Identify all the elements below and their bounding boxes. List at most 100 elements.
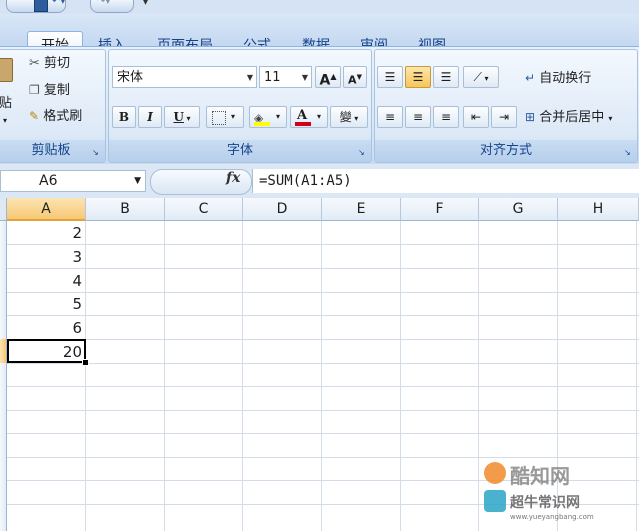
underline-button[interactable]: U ▾ (164, 106, 200, 128)
alignment-launcher-icon[interactable]: ↘ (624, 148, 633, 157)
font-name-value: 宋体 (117, 70, 144, 85)
wrap-text-icon: ↵ (525, 71, 536, 85)
insert-function-icon[interactable]: fx (226, 170, 240, 186)
decrease-indent-button[interactable]: ⇤ (463, 106, 489, 128)
fill-color-button[interactable]: ◈ ▾ (249, 106, 287, 128)
merge-center-icon: ⊞ (525, 110, 536, 124)
ribbon: 贴 ▾ ✂ 剪切 ❐ 复制 ✎ 格式刷 剪贴板 ↘ 宋体 ▼ 11 ▼ A▲ A… (0, 46, 639, 165)
paste-dropdown-icon[interactable]: ▾ (3, 116, 7, 125)
row-header[interactable] (0, 268, 7, 292)
row-header-selected[interactable] (0, 339, 7, 363)
shrink-font-button[interactable]: A▼ (343, 66, 367, 88)
font-launcher-icon[interactable]: ↘ (358, 148, 367, 157)
chevron-down-icon: ▼ (246, 73, 253, 82)
clipboard-group: 贴 ▾ ✂ 剪切 ❐ 复制 ✎ 格式刷 剪贴板 ↘ (0, 49, 106, 163)
align-bottom-button[interactable]: ☰ (433, 66, 459, 88)
text-orientation-icon: ⟋ (473, 70, 482, 84)
paste-icon (0, 58, 13, 82)
increase-indent-button[interactable]: ⇥ (491, 106, 517, 128)
font-name-combo[interactable]: 宋体 ▼ (112, 66, 257, 88)
row-header[interactable] (0, 244, 7, 268)
copy-button[interactable]: ❐ 复制 (29, 80, 70, 101)
watermark-brand1: 酷知网 (510, 464, 570, 488)
bold-button[interactable]: B (112, 106, 136, 128)
watermark: 酷知网 超牛常识网 www.yueyangbang.com (478, 458, 636, 528)
save-icon[interactable] (34, 0, 48, 12)
borders-button[interactable]: ▾ (206, 106, 244, 128)
row-header[interactable] (0, 315, 7, 339)
paste-label: 贴 (0, 96, 13, 111)
row-header[interactable] (0, 363, 7, 531)
ribbon-tab-strip: 开始 插入 页面布局 公式 数据 审阅 视图 (0, 14, 639, 61)
cut-button[interactable]: ✂ 剪切 (29, 54, 70, 74)
cell-a2[interactable]: 3 (8, 245, 85, 268)
wrap-text-button[interactable]: ↵ 自动换行 (525, 68, 591, 89)
font-color-button[interactable]: A ▾ (290, 106, 328, 128)
underline-icon: U (173, 110, 184, 124)
shrink-font-icon: A (348, 73, 357, 87)
column-header-c[interactable]: C (165, 198, 243, 221)
font-group-label: 字体 (109, 140, 371, 162)
align-left-button[interactable]: ≡ (377, 106, 403, 128)
gridline (7, 410, 639, 411)
row-header[interactable] (0, 292, 7, 315)
column-header-a[interactable]: A (7, 198, 86, 221)
active-cell-border (7, 339, 86, 363)
fill-handle[interactable] (82, 359, 89, 366)
merge-center-label: 合并后居中 (539, 110, 605, 125)
column-header-h[interactable]: H (558, 198, 639, 221)
gridline (7, 292, 639, 293)
watermark-logo-icon (484, 462, 506, 484)
alignment-group-label: 对齐方式 (375, 140, 637, 162)
align-center-icon: ≡ (412, 110, 424, 124)
column-header-f[interactable]: F (401, 198, 479, 221)
font-color-swatch (295, 122, 311, 126)
redo-button[interactable]: ↷▾ (90, 0, 134, 13)
formula-input[interactable]: =SUM(A1:A5) (252, 169, 639, 193)
cell-a4[interactable]: 5 (8, 292, 85, 315)
row-header[interactable] (0, 221, 7, 244)
column-header-g[interactable]: G (479, 198, 558, 221)
merge-center-button[interactable]: ⊞ 合并后居中 ▾ (525, 107, 612, 129)
align-middle-button[interactable]: ☰ (405, 66, 431, 88)
gridline (7, 268, 639, 269)
borders-icon (212, 111, 226, 125)
font-size-combo[interactable]: 11 ▼ (259, 66, 312, 88)
align-center-button[interactable]: ≡ (405, 106, 431, 128)
gridline (7, 244, 639, 245)
phonetic-button[interactable]: 變 ▾ (330, 106, 368, 128)
align-left-icon: ≡ (384, 110, 396, 124)
cell-a5[interactable]: 6 (8, 316, 85, 339)
paste-button[interactable]: 贴 ▾ (0, 56, 19, 126)
column-header-b[interactable]: B (86, 198, 165, 221)
cell-a3[interactable]: 4 (8, 269, 85, 292)
name-box[interactable]: A6 ▼ (0, 170, 146, 192)
align-right-icon: ≡ (440, 110, 452, 124)
align-top-icon: ☰ (384, 70, 396, 84)
clipboard-launcher-icon[interactable]: ↘ (92, 148, 101, 157)
italic-button[interactable]: I (138, 106, 162, 128)
chevron-down-icon: ▼ (301, 73, 308, 82)
format-painter-icon: ✎ (29, 109, 40, 123)
align-middle-icon: ☰ (412, 70, 424, 84)
align-top-button[interactable]: ☰ (377, 66, 403, 88)
select-all-corner[interactable] (0, 198, 7, 221)
font-group: 宋体 ▼ 11 ▼ A▲ A▼ B I U ▾ ▾ ◈ ▾ A ▾ 變 ▾ 字体… (108, 49, 372, 163)
undo-icon[interactable]: ↶▾ (52, 0, 65, 7)
orientation-button[interactable]: ⟋ ▾ (463, 66, 499, 88)
column-header-d[interactable]: D (243, 198, 322, 221)
quick-access-toolbar: ↶▾ ↷▾ ▾ (0, 0, 639, 14)
align-right-button[interactable]: ≡ (433, 106, 459, 128)
chevron-down-icon[interactable]: ▼ (134, 171, 141, 191)
phonetic-icon: 變 (339, 110, 352, 124)
cell-a1[interactable]: 2 (8, 221, 85, 244)
customize-qat-icon[interactable]: ▾ (143, 0, 148, 8)
fill-color-swatch (254, 122, 270, 126)
formula-bar: A6 ▼ fx =SUM(A1:A5) (0, 164, 639, 199)
format-painter-label: 格式刷 (43, 109, 83, 124)
gridline (7, 363, 639, 364)
grow-font-button[interactable]: A▲ (315, 66, 341, 89)
format-painter-button[interactable]: ✎ 格式刷 (29, 106, 82, 127)
column-header-e[interactable]: E (322, 198, 401, 221)
wrap-text-label: 自动换行 (539, 71, 592, 86)
